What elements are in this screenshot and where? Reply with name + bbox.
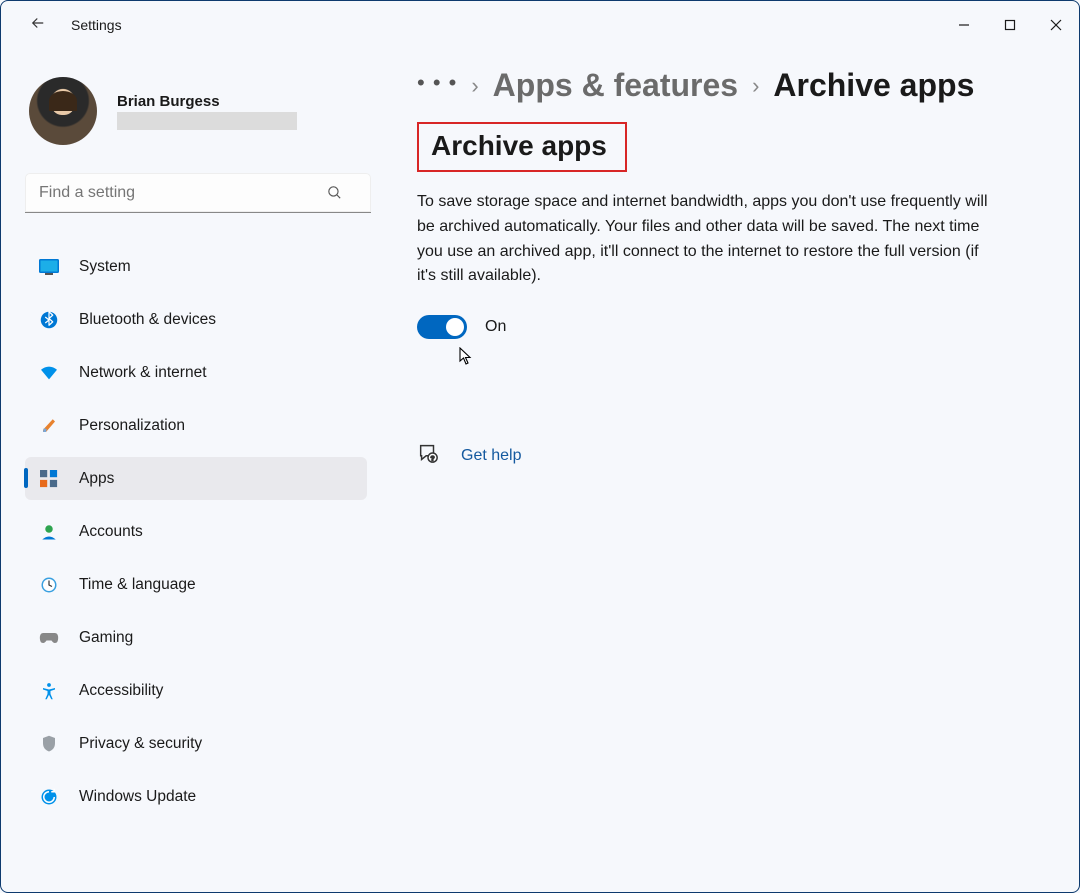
- sidebar-item-label: Personalization: [79, 417, 185, 435]
- toggle-state-label: On: [485, 318, 506, 336]
- highlight-box: Archive apps: [417, 122, 627, 172]
- sidebar-item-label: Time & language: [79, 576, 196, 594]
- user-email-redacted: [117, 112, 297, 130]
- titlebar: Settings: [1, 1, 1079, 49]
- breadcrumb: • • • › Apps & features › Archive apps: [417, 67, 1059, 104]
- apps-icon: [39, 469, 59, 489]
- sidebar-item-privacy[interactable]: Privacy & security: [25, 722, 367, 765]
- sidebar-item-system[interactable]: System: [25, 245, 367, 288]
- sidebar-item-label: Privacy & security: [79, 735, 202, 753]
- main-content: • • • › Apps & features › Archive apps A…: [381, 49, 1079, 892]
- bluetooth-icon: [39, 310, 59, 330]
- sidebar-item-label: Accessibility: [79, 682, 163, 700]
- nav: System Bluetooth & devices Network & int…: [25, 245, 367, 826]
- person-icon: [39, 522, 59, 542]
- user-block[interactable]: Brian Burgess: [29, 77, 367, 145]
- chevron-right-icon: ›: [471, 73, 478, 99]
- shield-icon: [39, 734, 59, 754]
- sidebar: Brian Burgess System Bluetooth & devi: [1, 49, 381, 892]
- breadcrumb-current: Archive apps: [773, 67, 974, 104]
- wifi-icon: [39, 363, 59, 383]
- maximize-button[interactable]: [987, 9, 1033, 41]
- window-controls: [941, 9, 1079, 41]
- search-icon: [326, 184, 343, 206]
- sidebar-item-time[interactable]: Time & language: [25, 563, 367, 606]
- get-help-link[interactable]: Get help: [461, 447, 521, 465]
- paintbrush-icon: [39, 416, 59, 436]
- user-name: Brian Burgess: [117, 93, 367, 110]
- toggle-knob: [446, 318, 464, 336]
- breadcrumb-parent[interactable]: Apps & features: [493, 67, 738, 104]
- cursor-icon: [459, 347, 1080, 370]
- sidebar-item-personalization[interactable]: Personalization: [25, 404, 367, 447]
- svg-text:?: ?: [431, 456, 435, 463]
- section-description: To save storage space and internet bandw…: [417, 190, 997, 289]
- update-icon: [39, 787, 59, 807]
- sidebar-item-label: Gaming: [79, 629, 133, 647]
- gamepad-icon: [39, 628, 59, 648]
- sidebar-item-bluetooth[interactable]: Bluetooth & devices: [25, 298, 367, 341]
- help-icon: ?: [417, 442, 439, 469]
- sidebar-item-label: Accounts: [79, 523, 143, 541]
- sidebar-item-label: Bluetooth & devices: [79, 311, 216, 329]
- avatar: [29, 77, 97, 145]
- sidebar-item-label: System: [79, 258, 131, 276]
- minimize-button[interactable]: [941, 9, 987, 41]
- search-input[interactable]: [25, 173, 371, 213]
- back-button[interactable]: [29, 14, 47, 37]
- accessibility-icon: [39, 681, 59, 701]
- sidebar-item-gaming[interactable]: Gaming: [25, 616, 367, 659]
- sidebar-item-apps[interactable]: Apps: [25, 457, 367, 500]
- clock-icon: [39, 575, 59, 595]
- sidebar-item-accounts[interactable]: Accounts: [25, 510, 367, 553]
- close-button[interactable]: [1033, 9, 1079, 41]
- section-title: Archive apps: [431, 130, 607, 162]
- sidebar-item-label: Windows Update: [79, 788, 196, 806]
- sidebar-item-update[interactable]: Windows Update: [25, 775, 367, 818]
- sidebar-item-label: Network & internet: [79, 364, 207, 382]
- sidebar-item-label: Apps: [79, 470, 114, 488]
- chevron-right-icon: ›: [752, 73, 759, 99]
- breadcrumb-more-icon[interactable]: • • •: [417, 70, 457, 102]
- archive-apps-toggle[interactable]: [417, 315, 467, 339]
- sidebar-item-accessibility[interactable]: Accessibility: [25, 669, 367, 712]
- sidebar-item-network[interactable]: Network & internet: [25, 351, 367, 394]
- app-title: Settings: [71, 17, 122, 33]
- system-icon: [39, 257, 59, 277]
